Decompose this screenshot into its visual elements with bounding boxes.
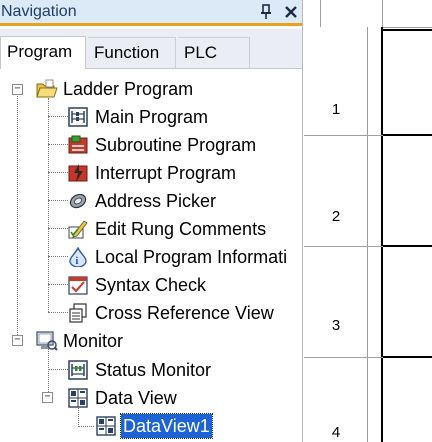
- collapse-monitor-icon[interactable]: −: [12, 335, 23, 346]
- open-folder-icon: [36, 79, 58, 99]
- main-program-icon: [68, 107, 88, 127]
- subroutine-icon: [68, 135, 88, 155]
- address-picker-icon: [68, 191, 88, 211]
- tree-connector: [48, 284, 68, 285]
- tree-node-label: Monitor: [63, 331, 124, 351]
- monitor-icon: [36, 331, 58, 351]
- cross-reference-icon: [68, 303, 88, 323]
- collapse-ladder-program-icon[interactable]: −: [12, 84, 23, 95]
- rung-number[interactable]: 4: [304, 424, 368, 441]
- tree-connector: [17, 96, 18, 341]
- tab-plc[interactable]: PLC: [178, 37, 250, 69]
- program-tree: − − − Ladder Program Main Program Subrou…: [0, 70, 302, 442]
- tree-node-label: Edit Rung Comments: [95, 219, 267, 239]
- rung-number-column: [304, 27, 368, 442]
- rung-number[interactable]: 2: [304, 208, 368, 225]
- panel-title: Navigation: [1, 3, 77, 20]
- tab-strip: Program Function PLC: [0, 29, 302, 69]
- tree-connector: [48, 312, 68, 313]
- status-monitor-icon: [68, 360, 88, 380]
- tree-node-label: Address Picker: [95, 191, 217, 211]
- collapse-data-view-icon[interactable]: −: [42, 392, 53, 403]
- tree-connector: [48, 144, 68, 145]
- tree-connector: [48, 98, 49, 312]
- tree-node-label: Subroutine Program: [95, 135, 257, 155]
- tree-node-label: Cross Reference View: [95, 303, 274, 323]
- rung-separator: [304, 357, 383, 358]
- tree-node-label: Ladder Program: [63, 79, 194, 99]
- data-view-item-icon: [96, 416, 116, 436]
- tab-program[interactable]: Program: [0, 36, 86, 69]
- rung-separator: [304, 246, 383, 247]
- grid-line: [320, 0, 321, 27]
- rung-separator: [304, 135, 383, 136]
- interrupt-icon: [68, 163, 88, 183]
- tree-node-label: Data View: [95, 388, 177, 408]
- tree-node-label: Local Program Informati: [95, 247, 288, 267]
- tab-function[interactable]: Function: [88, 37, 176, 69]
- grid-line: [382, 0, 383, 27]
- rung-number[interactable]: 3: [304, 317, 368, 334]
- tree-node-label: Syntax Check: [95, 275, 207, 295]
- syntax-check-icon: [68, 275, 88, 295]
- navigation-panel: Navigation Program Function PLC − − − La…: [0, 0, 303, 442]
- left-power-rail: [368, 27, 383, 442]
- ladder-editor[interactable]: 1 2 3 4: [304, 0, 432, 442]
- rung-line[interactable]: [383, 356, 432, 358]
- rung-line[interactable]: [383, 29, 432, 31]
- tree-connector: [48, 228, 68, 229]
- info-icon: i: [68, 246, 88, 268]
- data-view-icon: [68, 388, 88, 408]
- tree-connector: [78, 405, 79, 427]
- tree-connector: [48, 172, 68, 173]
- pin-icon[interactable]: [256, 1, 276, 23]
- panel-title-bar[interactable]: Navigation: [0, 0, 302, 26]
- svg-text:i: i: [76, 256, 79, 267]
- tree-connector: [48, 256, 68, 257]
- tree-connector: [48, 200, 68, 201]
- rung-line[interactable]: [383, 245, 432, 247]
- tree-node-label: Interrupt Program: [95, 163, 237, 183]
- tree-node-label: Status Monitor: [95, 360, 212, 380]
- tree-node-label: Main Program: [95, 107, 209, 127]
- close-icon[interactable]: [281, 1, 301, 23]
- edit-comments-icon: [68, 219, 88, 239]
- tree-connector: [48, 116, 68, 117]
- tree-node-label: DataView1: [120, 413, 213, 439]
- tree-connector: [78, 426, 94, 427]
- rung-number[interactable]: 1: [304, 101, 368, 118]
- rung-line[interactable]: [383, 134, 432, 136]
- tree-connector: [48, 369, 68, 370]
